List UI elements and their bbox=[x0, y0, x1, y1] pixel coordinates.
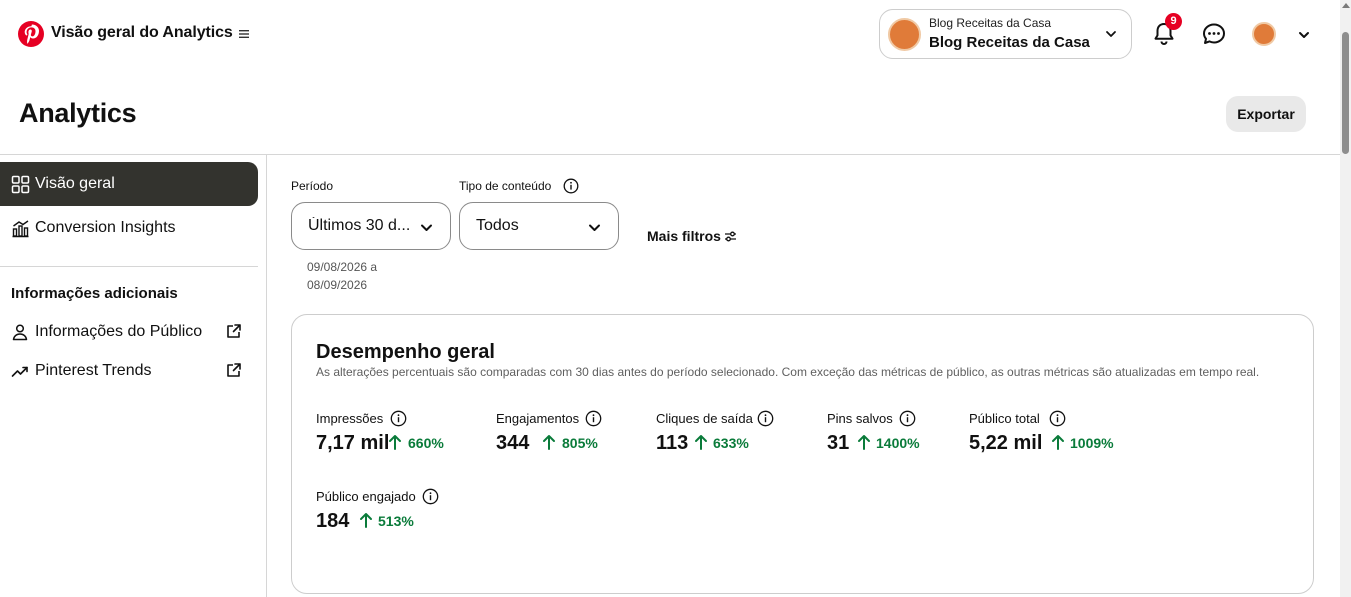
metric-label: Engajamentos bbox=[496, 411, 580, 426]
info-icon[interactable] bbox=[1049, 410, 1066, 427]
date-range-end: 08/09/2026 bbox=[307, 278, 368, 292]
metric-value: 184 bbox=[316, 510, 350, 532]
external-link-icon bbox=[227, 363, 241, 377]
content-type-select[interactable]: Todos bbox=[459, 202, 619, 250]
person-icon bbox=[12, 324, 28, 341]
info-icon[interactable] bbox=[757, 410, 774, 427]
card-title: Desempenho geral bbox=[316, 341, 495, 363]
notification-count-badge: 9 bbox=[1165, 13, 1182, 30]
metric-label: Pins salvos bbox=[827, 411, 893, 426]
date-range-text: 09/08/2026 a 08/09/2026 bbox=[307, 258, 417, 294]
metric-change: 1400% bbox=[876, 435, 920, 451]
period-select[interactable]: Últimos 30 d... bbox=[291, 202, 451, 250]
metric-label: Impressões bbox=[316, 411, 384, 426]
app-title: Visão geral do Analytics bbox=[51, 24, 233, 41]
chevron-down-icon bbox=[589, 224, 600, 231]
info-icon[interactable] bbox=[899, 410, 916, 427]
metric-label: Cliques de saída bbox=[656, 411, 753, 426]
metric-change: 805% bbox=[562, 435, 598, 451]
messages-icon[interactable] bbox=[1197, 17, 1231, 51]
arrow-up-icon bbox=[695, 435, 707, 450]
arrow-up-icon bbox=[389, 435, 401, 450]
metric-change: 660% bbox=[408, 435, 444, 451]
top-bar: Visão geral do Analytics Blog Receitas d… bbox=[0, 0, 1340, 68]
metric-change: 513% bbox=[378, 513, 414, 529]
metric-value: 344 bbox=[496, 432, 530, 454]
date-range-start: 09/08/2026 a bbox=[307, 260, 378, 274]
info-icon[interactable] bbox=[390, 410, 407, 427]
chevron-down-icon bbox=[1106, 31, 1116, 37]
pinterest-logo-icon[interactable] bbox=[18, 21, 44, 47]
sidebar-item-label: Conversion Insights bbox=[35, 219, 176, 236]
sliders-icon[interactable] bbox=[724, 230, 737, 243]
external-link-icon bbox=[227, 324, 241, 338]
scroll-up-arrow-icon[interactable] bbox=[1342, 3, 1350, 8]
metric-label: Público total bbox=[969, 411, 1040, 426]
hamburger-menu-icon[interactable] bbox=[237, 27, 251, 41]
scrollbar-thumb[interactable] bbox=[1342, 32, 1349, 154]
sidebar-link-label: Informações do Público bbox=[35, 323, 203, 340]
metric-value: 5,22 mil bbox=[969, 432, 1043, 454]
sidebar-link-audience-insights[interactable]: Informações do Público bbox=[0, 314, 258, 350]
sidebar-item-label: Visão geral bbox=[35, 175, 115, 192]
page-scrollbar[interactable] bbox=[1340, 0, 1351, 597]
page-title: Analytics bbox=[19, 98, 137, 128]
sidebar-item-conversion-insights[interactable]: Conversion Insights bbox=[0, 206, 258, 250]
content-type-label: Tipo de conteúdo bbox=[459, 179, 552, 193]
metric-change: 633% bbox=[713, 435, 749, 451]
info-icon[interactable] bbox=[585, 410, 602, 427]
bar-chart-icon bbox=[12, 220, 29, 238]
overall-performance-card: Desempenho geral As alterações percentua… bbox=[291, 314, 1314, 594]
metric-value: 31 bbox=[827, 432, 850, 454]
arrow-up-icon bbox=[1052, 435, 1064, 450]
metric-label: Público engajado bbox=[316, 489, 416, 504]
account-avatar bbox=[888, 18, 921, 51]
period-select-value: Últimos 30 d... bbox=[308, 217, 411, 234]
more-filters-button[interactable]: Mais filtros bbox=[647, 228, 721, 244]
period-label: Período bbox=[291, 179, 334, 193]
account-switcher-label: Blog Receitas da Casa bbox=[929, 16, 1052, 30]
sidebar-section-title: Informações adicionais bbox=[11, 285, 178, 302]
sidebar-item-overview[interactable]: Visão geral bbox=[0, 162, 258, 206]
metric-value: 113 bbox=[656, 432, 689, 454]
account-name: Blog Receitas da Casa bbox=[929, 34, 1090, 51]
sidebar-link-label: Pinterest Trends bbox=[35, 362, 152, 379]
metric-value: 7,17 mil bbox=[316, 432, 390, 454]
export-button[interactable]: Exportar bbox=[1226, 96, 1306, 132]
metric-change: 1009% bbox=[1070, 435, 1114, 451]
info-icon[interactable] bbox=[563, 178, 579, 194]
arrow-up-icon bbox=[360, 513, 372, 528]
user-avatar[interactable] bbox=[1252, 22, 1276, 46]
arrow-up-icon bbox=[543, 435, 555, 450]
trend-icon bbox=[11, 366, 28, 377]
sidebar-divider-vertical bbox=[266, 155, 267, 597]
card-subtitle: As alterações percentuais são comparadas… bbox=[316, 365, 1260, 379]
account-menu-chevron-icon[interactable] bbox=[1298, 29, 1310, 41]
info-icon[interactable] bbox=[422, 488, 439, 505]
chevron-down-icon bbox=[421, 224, 432, 231]
sidebar-divider bbox=[0, 266, 258, 267]
sidebar-link-pinterest-trends[interactable]: Pinterest Trends bbox=[0, 353, 258, 389]
arrow-up-icon bbox=[858, 435, 870, 450]
account-switcher[interactable]: Blog Receitas da Casa Blog Receitas da C… bbox=[879, 9, 1132, 59]
content-type-select-value: Todos bbox=[476, 217, 519, 234]
header-divider bbox=[0, 154, 1340, 155]
grid-icon bbox=[11, 175, 30, 194]
